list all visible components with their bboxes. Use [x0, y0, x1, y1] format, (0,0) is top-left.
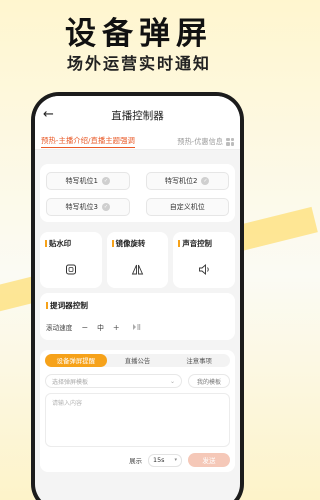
- check-icon: ✓: [101, 203, 110, 211]
- camera-position-button[interactable]: 特写机位3 ✓: [46, 198, 130, 216]
- feature-label: 镜像旋转: [111, 238, 164, 249]
- nav-bar: ← 直播控制器: [35, 96, 240, 134]
- send-button[interactable]: 发送: [188, 453, 230, 467]
- accent-bar: [178, 240, 181, 247]
- duration-select[interactable]: 15s ▾: [148, 453, 182, 467]
- speed-decrease-button[interactable]: −: [81, 323, 88, 332]
- speed-value: 中: [97, 324, 104, 332]
- grid-icon[interactable]: [226, 137, 234, 146]
- feature-label: 声音控制: [178, 238, 230, 249]
- chevron-down-icon: ⌄: [169, 377, 175, 385]
- notice-panel: 设备弹屏提醒 直播公告 注意事项 选择弹屏模板 ⌄ 我的模板 请输入内容 展示 …: [40, 350, 235, 472]
- template-row: 选择弹屏模板 ⌄ 我的模板: [45, 374, 230, 388]
- prompter-title-text: 提词器控制: [50, 301, 88, 310]
- hero-title: 设备弹屏: [65, 16, 213, 52]
- scroll-speed-label: 滚动速度: [46, 324, 73, 332]
- hero-subtitle: 场外运营实时通知: [66, 54, 211, 73]
- accent-bar: [45, 240, 47, 247]
- watermark-icon[interactable]: [63, 262, 78, 277]
- accent-bar: [46, 302, 48, 309]
- camera-positions-card: 特写机位1 ✓ 特写机位2 ✓ 特写机位3 ✓ 自定义机位: [40, 164, 235, 222]
- back-arrow-icon[interactable]: ←: [43, 108, 57, 122]
- accent-bar: [111, 240, 114, 247]
- feature-label-text: 声音控制: [182, 239, 212, 248]
- mirror-card[interactable]: 镜像旋转: [106, 232, 169, 288]
- sound-card[interactable]: 声音控制: [173, 232, 236, 288]
- duration-value: 15s: [153, 456, 165, 464]
- feature-label: 贴水印: [45, 238, 97, 249]
- segment-notes[interactable]: 注意事项: [168, 354, 230, 367]
- feature-row: 贴水印 镜像旋转 声音控制: [40, 232, 236, 288]
- play-pause-icon[interactable]: [132, 323, 141, 331]
- segment-live-announcement[interactable]: 直播公告: [107, 354, 169, 367]
- chevron-down-icon: ▾: [174, 457, 177, 463]
- camera-position-label: 特写机位2: [165, 177, 198, 185]
- speed-increase-button[interactable]: +: [113, 323, 120, 332]
- preset-tab-bar: 预热-主播介绍/直播主题强调 预热-优惠信息: [35, 134, 240, 150]
- camera-position-label: 自定义机位: [169, 203, 205, 211]
- feature-label-text: 镜像旋转: [115, 239, 146, 248]
- tab-preset-host-intro[interactable]: 预热-主播介绍/直播主题强调: [41, 135, 135, 148]
- camera-position-button[interactable]: 特写机位2 ✓: [145, 172, 229, 190]
- speaker-icon[interactable]: [197, 262, 212, 277]
- notice-segmented-control: 设备弹屏提醒 直播公告 注意事项: [45, 354, 230, 367]
- camera-position-button[interactable]: 特写机位1 ✓: [46, 172, 130, 190]
- content-placeholder: 请输入内容: [52, 400, 83, 407]
- watermark-card[interactable]: 贴水印: [40, 232, 102, 288]
- page-title: 直播控制器: [111, 109, 164, 122]
- popup-template-select[interactable]: 选择弹屏模板 ⌄: [45, 374, 182, 388]
- display-duration-label: 展示: [129, 456, 142, 465]
- feature-label-text: 贴水印: [49, 239, 72, 248]
- camera-position-label: 特写机位3: [65, 203, 98, 211]
- segment-device-popup[interactable]: 设备弹屏提醒: [45, 354, 107, 367]
- mirror-icon[interactable]: [130, 262, 145, 277]
- camera-position-label: 特写机位1: [65, 177, 98, 185]
- prompter-card: 提词器控制 滚动速度 − 中 +: [40, 293, 235, 340]
- content-textarea[interactable]: 请输入内容: [45, 393, 230, 447]
- tab-preset-discount[interactable]: 预热-优惠信息: [177, 137, 223, 147]
- phone-frame: ← 直播控制器 预热-主播介绍/直播主题强调 预热-优惠信息 特写机位1 ✓ 特…: [31, 92, 244, 500]
- my-template-button[interactable]: 我的模板: [188, 374, 230, 388]
- popup-template-placeholder: 选择弹屏模板: [52, 378, 89, 386]
- send-row: 展示 15s ▾ 发送: [45, 453, 230, 467]
- custom-position-button[interactable]: 自定义机位: [145, 198, 229, 216]
- check-icon: ✓: [201, 177, 210, 185]
- phone-screen: ← 直播控制器 预热-主播介绍/直播主题强调 预热-优惠信息 特写机位1 ✓ 特…: [35, 96, 240, 500]
- scroll-speed-row: 滚动速度 − 中 +: [46, 322, 229, 332]
- prompter-title: 提词器控制: [46, 300, 229, 311]
- check-icon: ✓: [101, 177, 110, 185]
